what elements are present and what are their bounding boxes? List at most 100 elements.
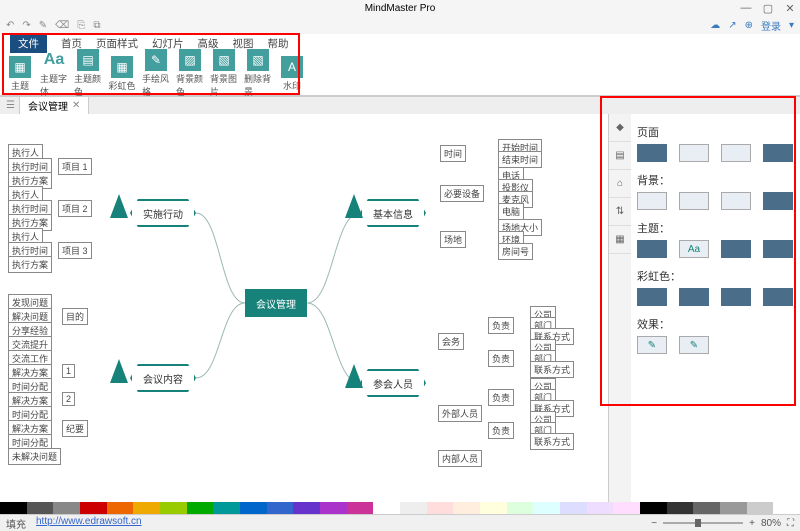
palette-swatch[interactable] <box>747 502 774 514</box>
status-url[interactable]: http://www.edrawsoft.cn <box>36 516 142 531</box>
ribbon-button[interactable]: ▦主题 <box>6 56 34 92</box>
palette-swatch[interactable] <box>133 502 160 514</box>
palette-swatch[interactable] <box>293 502 320 514</box>
login-icon[interactable]: ⊕ <box>745 20 753 31</box>
fit-button[interactable]: ⛶ <box>787 518 794 529</box>
palette-swatch[interactable] <box>27 502 54 514</box>
zoom-in-button[interactable]: + <box>749 518 755 529</box>
side-tab-cal-icon[interactable]: ▦ <box>609 226 631 254</box>
ribbon-button[interactable]: ▨背景颜色 <box>176 49 204 98</box>
dropdown-icon[interactable]: ▾ <box>789 20 794 31</box>
leaf-node[interactable]: 会务 <box>438 333 464 350</box>
document-tab[interactable]: 会议管理 ✕ <box>19 96 89 115</box>
ribbon-button[interactable]: ▦彩虹色 <box>108 56 136 92</box>
share-icon[interactable]: ↗ <box>728 20 736 31</box>
palette-swatch[interactable] <box>507 502 534 514</box>
palette-swatch[interactable] <box>240 502 267 514</box>
qat-button[interactable]: ↷ <box>22 20 30 31</box>
ribbon-icon: ▧ <box>247 49 269 71</box>
palette-swatch[interactable] <box>53 502 80 514</box>
leaf-node[interactable]: 项目 2 <box>58 200 92 217</box>
leaf-node[interactable]: 联系方式 <box>530 361 574 378</box>
maximize-button[interactable]: ▢ <box>762 2 774 15</box>
palette-swatch[interactable] <box>320 502 347 514</box>
qat-button[interactable]: ⌫ <box>55 20 69 31</box>
side-tab-layout-icon[interactable]: ▤ <box>609 142 631 170</box>
leaf-node[interactable]: 时间 <box>440 145 466 162</box>
zoom-slider[interactable] <box>663 522 743 524</box>
palette-swatch[interactable] <box>160 502 187 514</box>
side-tab-home-icon[interactable]: ⌂ <box>609 170 631 198</box>
qat-button[interactable]: ↶ <box>6 20 14 31</box>
leaf-node[interactable]: 负责 <box>488 389 514 406</box>
palette-swatch[interactable] <box>560 502 587 514</box>
tab-list-icon[interactable]: ☰ <box>6 100 15 111</box>
center-node[interactable]: 会议管理 <box>245 289 307 317</box>
palette-swatch[interactable] <box>427 502 454 514</box>
ribbon-button[interactable]: ▧背景图片 <box>210 49 238 98</box>
branch-node[interactable]: 实施行动 <box>130 199 196 227</box>
ribbon-button[interactable]: ▧删除背景 <box>244 49 272 98</box>
leaf-node[interactable]: 项目 1 <box>58 158 92 175</box>
leaf-node[interactable]: 内部人员 <box>438 450 482 467</box>
leaf-node[interactable]: 外部人员 <box>438 405 482 422</box>
palette-swatch[interactable] <box>213 502 240 514</box>
leaf-node[interactable]: 纪要 <box>62 420 88 437</box>
ribbon-button[interactable]: ✎手绘风格 <box>142 49 170 98</box>
palette-swatch[interactable] <box>693 502 720 514</box>
ribbon-icon: ▤ <box>77 49 99 71</box>
leaf-node[interactable]: 执行方案 <box>8 256 52 273</box>
palette-swatch[interactable] <box>400 502 427 514</box>
leaf-node[interactable]: 结束时间 <box>498 151 542 168</box>
leaf-node[interactable]: 房间号 <box>498 243 533 260</box>
palette-swatch[interactable] <box>0 502 27 514</box>
leaf-node[interactable]: 2 <box>62 392 75 406</box>
palette-swatch[interactable] <box>373 502 400 514</box>
document-tab-close-icon[interactable]: ✕ <box>72 100 80 111</box>
palette-swatch[interactable] <box>267 502 294 514</box>
palette-swatch[interactable] <box>667 502 694 514</box>
ribbon-button[interactable]: ▤主题颜色 <box>74 49 102 98</box>
leaf-node[interactable]: 联系方式 <box>530 433 574 450</box>
palette-swatch[interactable] <box>533 502 560 514</box>
cloud-icon[interactable]: ☁ <box>710 20 720 31</box>
palette-swatch[interactable] <box>107 502 134 514</box>
ribbon-tab[interactable]: 页面样式 <box>96 36 138 51</box>
palette-swatch[interactable] <box>720 502 747 514</box>
palette-swatch[interactable] <box>640 502 667 514</box>
qat-button[interactable]: ⎘ <box>77 20 85 31</box>
branch-node[interactable]: 参会人员 <box>360 369 426 397</box>
side-tab-format-icon[interactable]: ◆ <box>609 114 631 142</box>
palette-swatch[interactable] <box>453 502 480 514</box>
leaf-node[interactable]: 电脑 <box>498 203 524 220</box>
palette-swatch[interactable] <box>613 502 640 514</box>
leaf-node[interactable]: 目的 <box>62 308 88 325</box>
ribbon-button[interactable]: A水印 <box>278 56 306 92</box>
leaf-node[interactable]: 负责 <box>488 422 514 439</box>
branch-node[interactable]: 会议内容 <box>130 364 196 392</box>
branch-node[interactable]: 基本信息 <box>360 199 426 227</box>
close-button[interactable]: ✕ <box>784 2 796 15</box>
leaf-node[interactable]: 必要设备 <box>440 185 484 202</box>
leaf-node[interactable]: 负责 <box>488 350 514 367</box>
palette-swatch[interactable] <box>80 502 107 514</box>
color-palette[interactable] <box>0 502 800 514</box>
qat-button[interactable]: ✎ <box>39 20 47 31</box>
palette-swatch[interactable] <box>480 502 507 514</box>
mindmap-canvas[interactable]: 会议管理实施行动会议内容基本信息参会人员执行人执行时间项目 1执行方案执行人执行… <box>0 114 608 504</box>
side-tab-transfer-icon[interactable]: ⇅ <box>609 198 631 226</box>
leaf-node[interactable]: 未解决问题 <box>8 448 61 465</box>
ribbon-button[interactable]: Aa主题字体 <box>40 49 68 98</box>
leaf-node[interactable]: 场地 <box>440 231 466 248</box>
leaf-node[interactable]: 项目 3 <box>58 242 92 259</box>
minimize-button[interactable]: — <box>740 2 752 15</box>
palette-swatch[interactable] <box>347 502 374 514</box>
palette-swatch[interactable] <box>187 502 214 514</box>
login-link[interactable]: 登录 <box>761 18 781 33</box>
palette-swatch[interactable] <box>773 502 800 514</box>
leaf-node[interactable]: 负责 <box>488 317 514 334</box>
palette-swatch[interactable] <box>587 502 614 514</box>
qat-button[interactable]: ⧉ <box>93 20 100 31</box>
zoom-out-button[interactable]: − <box>651 518 657 529</box>
leaf-node[interactable]: 1 <box>62 364 75 378</box>
